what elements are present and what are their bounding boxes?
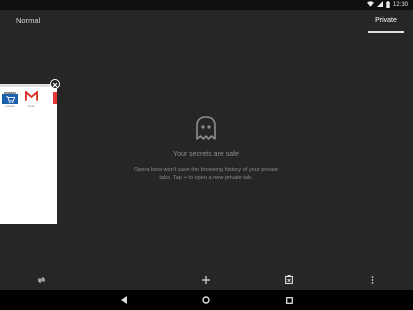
tab-mode-bar: Normal Private (0, 10, 413, 34)
system-nav-bar (0, 290, 413, 310)
speed-dial-grid: amazon Amazon Gmail (2, 90, 39, 108)
private-empty-state: Your secrets are safe Opera beta won't s… (130, 115, 282, 182)
status-bar: 12:30 (0, 0, 413, 10)
status-icons: 12:30 (366, 0, 408, 10)
add-tab-icon (202, 271, 210, 289)
speed-dial-amazon[interactable]: amazon Amazon (2, 90, 18, 108)
speed-dial-label: Gmail (27, 105, 35, 108)
speed-dial-gmail[interactable]: Gmail (23, 90, 39, 108)
sync-button[interactable] (36, 275, 46, 285)
active-tab-indicator (368, 31, 404, 33)
tab-private[interactable]: Private (368, 10, 404, 33)
amazon-tile: amazon (2, 90, 18, 104)
tab-card[interactable]: amazon Amazon Gmail (0, 84, 57, 224)
back-icon (120, 291, 128, 309)
bottom-toolbar (0, 270, 413, 290)
empty-state-title: Your secrets are safe (173, 151, 239, 158)
speed-dial-partial-tile (53, 92, 57, 104)
recents-button[interactable] (284, 295, 294, 305)
status-time: 12:30 (392, 2, 408, 8)
gmail-icon (23, 88, 39, 106)
battery-icon (386, 0, 390, 10)
recents-icon (285, 291, 293, 309)
sync-icon (37, 271, 46, 289)
tab-card-header (0, 84, 57, 87)
empty-state-description: Opera beta won't save the browsing histo… (133, 167, 279, 181)
back-button[interactable] (119, 295, 129, 305)
speed-dial-label: Amazon (5, 105, 15, 108)
shopping-cart-icon (2, 94, 18, 104)
home-button[interactable] (201, 295, 211, 305)
close-icon (52, 75, 58, 93)
add-tab-button[interactable] (201, 275, 211, 285)
tab-normal[interactable]: Normal (16, 16, 40, 25)
gmail-tile (23, 90, 39, 104)
opera-private-tabs-screen: 12:30 Normal Private amazon Amazon Gmail… (0, 0, 413, 310)
tab-trash-icon (285, 271, 293, 289)
ghost-icon (195, 115, 217, 146)
signal-icon (376, 1, 383, 9)
wifi-icon (366, 1, 374, 9)
close-all-tabs-button[interactable] (284, 275, 294, 285)
more-vert-icon (371, 271, 374, 289)
more-options-button[interactable] (367, 275, 377, 285)
home-icon (202, 291, 210, 309)
close-tab-button[interactable] (50, 79, 60, 89)
